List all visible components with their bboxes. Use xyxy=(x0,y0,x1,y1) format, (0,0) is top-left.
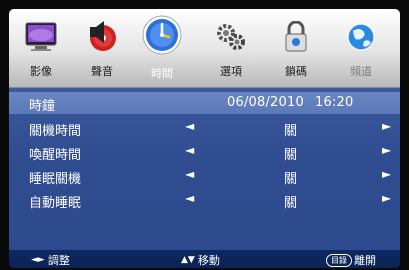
tab-lock-label: 鎖碼 xyxy=(285,65,307,78)
tab-options[interactable]: 選項 xyxy=(201,9,261,87)
off-time-label: 關機時間 xyxy=(29,124,82,139)
sleep-timer-value: 關 xyxy=(284,172,298,187)
tab-picture-label: 影像 xyxy=(30,65,52,78)
footer-hint-bar: ◄► 調整 ▲▼ 移動 目錄 離開 xyxy=(9,250,400,268)
menu-key-icon: 目錄 xyxy=(326,253,352,267)
osd-menu-window: 影像 聲音 時間 選項 鎖碼 頻道 時鐘 06/08/2010 16:20 關機… xyxy=(9,9,400,268)
auto-sleep-value: 關 xyxy=(284,196,298,211)
sleep-timer-row[interactable]: 睡眠關機 ◄ 關 ► xyxy=(9,165,400,187)
picture-icon xyxy=(25,21,57,53)
auto-sleep-row[interactable]: 自動睡眠 ◄ 關 ► xyxy=(9,189,400,211)
tab-lock[interactable]: 鎖碼 xyxy=(266,9,326,87)
move-hint-label: 移動 xyxy=(197,254,220,267)
sound-icon xyxy=(86,21,118,53)
tab-time[interactable]: 時間 xyxy=(132,9,192,87)
gears-icon xyxy=(215,21,247,53)
tab-channel[interactable]: 頻道 xyxy=(331,9,391,87)
up-down-keys-icon: ▲▼ xyxy=(181,255,195,265)
left-right-keys-icon: ◄► xyxy=(31,255,45,265)
tab-time-label: 時間 xyxy=(151,67,173,80)
tab-picture[interactable]: 影像 xyxy=(11,9,71,87)
sleep-timer-label: 睡眠關機 xyxy=(29,172,82,187)
clock-label: 時鐘 xyxy=(29,99,56,114)
off-time-row[interactable]: 關機時間 ◄ 關 ► xyxy=(9,117,400,139)
wake-time-value: 關 xyxy=(284,148,298,163)
exit-hint-label: 離開 xyxy=(354,254,376,267)
decrease-arrow-icon[interactable]: ◄ xyxy=(185,143,194,157)
wake-time-row[interactable]: 喚醒時間 ◄ 關 ► xyxy=(9,141,400,163)
tab-sound[interactable]: 聲音 xyxy=(72,9,132,87)
globe-icon xyxy=(345,21,377,53)
adjust-hint: ◄► 調整 xyxy=(31,252,70,268)
clock-row[interactable]: 時鐘 06/08/2010 16:20 xyxy=(9,92,400,114)
clock-date: 06/08/2010 xyxy=(227,95,304,110)
decrease-arrow-icon[interactable]: ◄ xyxy=(185,167,194,181)
move-hint: ▲▼ 移動 xyxy=(181,252,220,268)
tab-options-label: 選項 xyxy=(220,65,242,78)
clock-time: 16:20 xyxy=(315,95,354,110)
adjust-hint-label: 調整 xyxy=(47,254,70,267)
menu-tab-bar: 影像 聲音 時間 選項 鎖碼 頻道 xyxy=(9,9,400,88)
off-time-value: 關 xyxy=(284,124,298,139)
increase-arrow-icon[interactable]: ► xyxy=(382,143,391,157)
clock-icon xyxy=(142,15,182,55)
tab-channel-label: 頻道 xyxy=(350,65,372,78)
decrease-arrow-icon[interactable]: ◄ xyxy=(185,191,194,205)
lock-icon xyxy=(280,21,312,53)
tab-sound-label: 聲音 xyxy=(91,65,113,78)
increase-arrow-icon[interactable]: ► xyxy=(382,167,391,181)
decrease-arrow-icon[interactable]: ◄ xyxy=(185,119,194,133)
exit-hint: 目錄 離開 xyxy=(326,252,376,268)
increase-arrow-icon[interactable]: ► xyxy=(382,191,391,205)
increase-arrow-icon[interactable]: ► xyxy=(382,119,391,133)
wake-time-label: 喚醒時間 xyxy=(29,148,82,163)
auto-sleep-label: 自動睡眠 xyxy=(29,196,82,211)
